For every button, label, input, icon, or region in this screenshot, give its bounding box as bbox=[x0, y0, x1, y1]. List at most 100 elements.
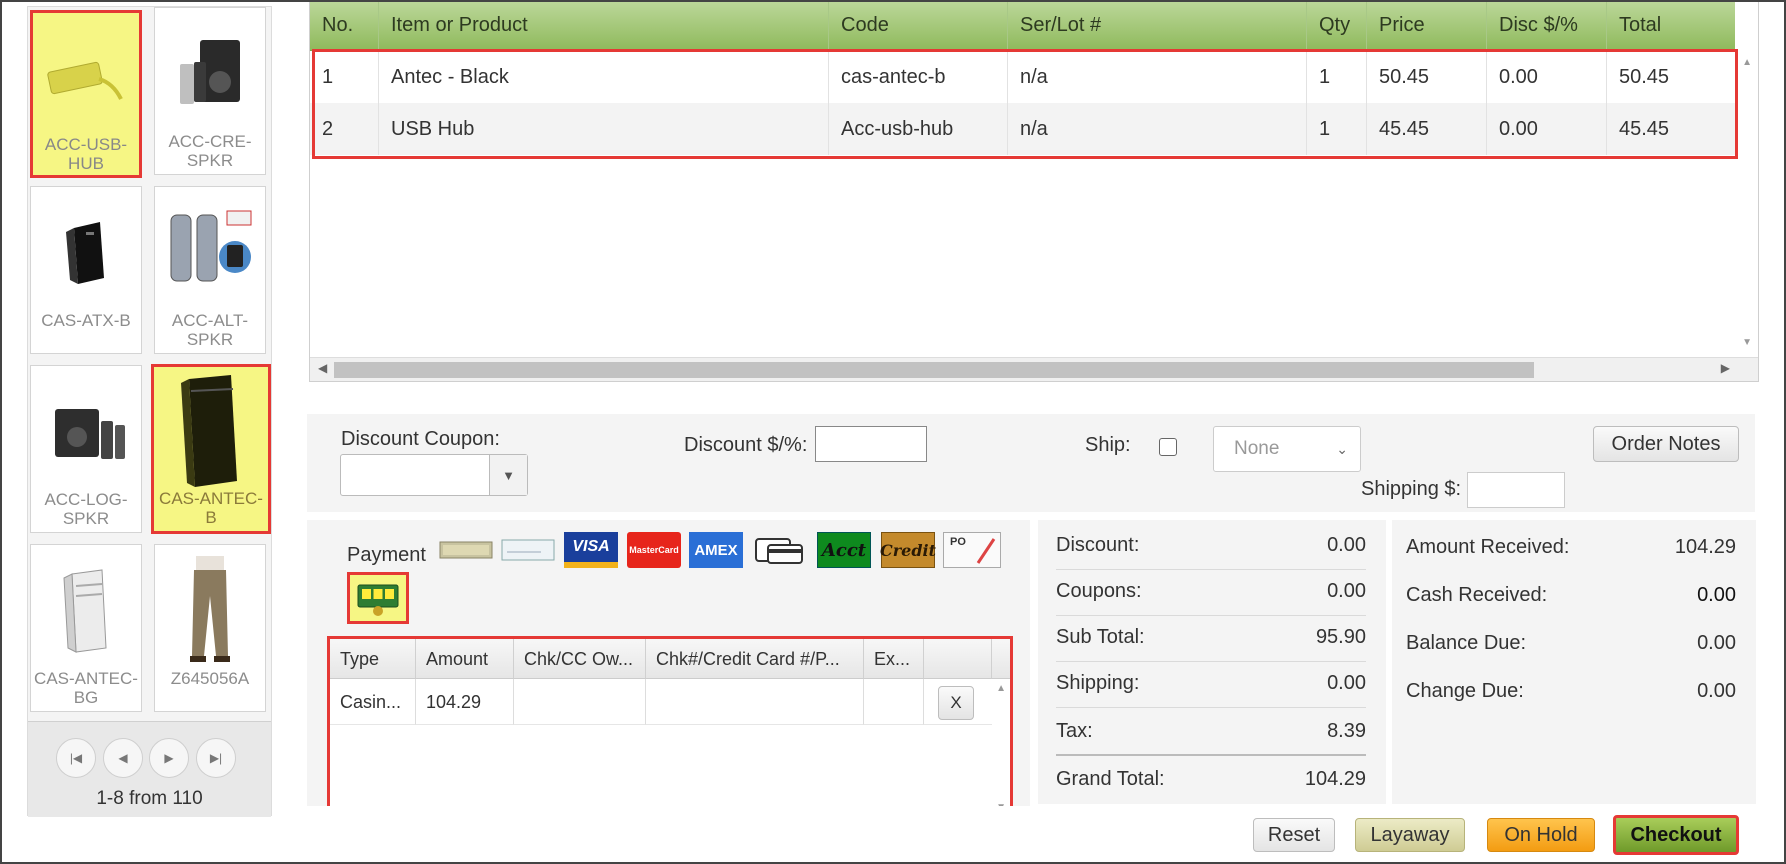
column-header-qty[interactable]: Qty bbox=[1307, 1, 1367, 51]
totals-subtotal-label: Sub Total: bbox=[1056, 626, 1145, 648]
discount-input[interactable] bbox=[815, 426, 927, 462]
payment-cell-owner[interactable] bbox=[514, 679, 646, 725]
order-notes-button[interactable]: Order Notes bbox=[1593, 426, 1739, 462]
column-header-code[interactable]: Code bbox=[829, 1, 1008, 51]
totals-coupons-value: 0.00 bbox=[1327, 580, 1366, 602]
totals-grand-row: Grand Total: 104.29 bbox=[1056, 758, 1366, 804]
payment-header-spacer bbox=[992, 639, 1010, 679]
scroll-up-icon[interactable]: ▲ bbox=[1742, 57, 1752, 68]
mastercard-icon[interactable]: MasterCard bbox=[627, 532, 681, 568]
cell-item: Antec - Black bbox=[379, 51, 829, 103]
checkout-button[interactable]: Checkout bbox=[1613, 815, 1739, 855]
product-label: Z645056A bbox=[170, 669, 250, 688]
product-tile-acc-usb-hub[interactable]: ACC-USB-HUB bbox=[30, 10, 142, 178]
product-panel: ACC-USB-HUB ACC-CRE-SPKR CAS-ATX-B ACC-A… bbox=[27, 6, 272, 817]
last-page-button[interactable]: ▶| bbox=[196, 738, 236, 778]
first-page-button[interactable]: |◀ bbox=[56, 738, 96, 778]
payment-cell-exp[interactable] bbox=[864, 679, 924, 725]
speakers-icon bbox=[31, 380, 141, 484]
payment-header-exp[interactable]: Ex... bbox=[864, 639, 924, 679]
totals-tax-value: 8.39 bbox=[1327, 720, 1366, 742]
coupon-label: Discount Coupon: bbox=[341, 428, 500, 450]
product-tile-z645056a[interactable]: Z645056A bbox=[154, 544, 266, 712]
change-due-value: 0.00 bbox=[1697, 680, 1736, 702]
change-due-label: Change Due: bbox=[1406, 680, 1524, 702]
credit-icon[interactable]: Credit bbox=[880, 532, 936, 568]
product-tile-acc-cre-spkr[interactable]: ACC-CRE-SPKR bbox=[154, 7, 266, 175]
horizontal-scrollbar[interactable]: ◀ ▶ bbox=[310, 357, 1758, 381]
payment-header-owner[interactable]: Chk/CC Ow... bbox=[514, 639, 646, 679]
totals-subtotal-row: Sub Total: 95.90 bbox=[1056, 616, 1366, 662]
po-icon[interactable]: PO bbox=[943, 532, 1001, 568]
ship-method-select[interactable]: None ⌄ bbox=[1213, 426, 1361, 472]
pc-case-icon bbox=[31, 559, 141, 663]
cash-received-row: Cash Received: 0.00 bbox=[1406, 574, 1736, 622]
payment-header-amount[interactable]: Amount bbox=[416, 639, 514, 679]
first-page-icon: |◀ bbox=[69, 751, 83, 765]
totals-discount-label: Discount: bbox=[1056, 534, 1140, 556]
amex-icon[interactable]: AMEX bbox=[689, 532, 743, 568]
on-hold-button[interactable]: On Hold bbox=[1487, 818, 1595, 852]
payment-cell-number[interactable] bbox=[646, 679, 864, 725]
column-header-serlot[interactable]: Ser/Lot # bbox=[1008, 1, 1307, 51]
column-header-price[interactable]: Price bbox=[1367, 1, 1487, 51]
totals-shipping-row: Shipping: 0.00 bbox=[1056, 662, 1366, 708]
product-label: CAS-ANTEC-BG bbox=[34, 669, 138, 707]
cell-total: 50.45 bbox=[1619, 66, 1670, 88]
column-header-total[interactable]: Total bbox=[1607, 1, 1735, 51]
table-row[interactable]: 2 USB Hub Acc-usb-hub n/a 1 45.45 0.00 4… bbox=[310, 103, 1735, 155]
totals-panel: Discount: 0.00 Coupons: 0.00 Sub Total: … bbox=[1038, 520, 1386, 804]
cell-disc: 0.00 bbox=[1487, 51, 1607, 103]
dropdown-arrow-icon[interactable]: ▼ bbox=[489, 455, 527, 495]
product-tile-cas-atx-b[interactable]: CAS-ATX-B bbox=[30, 186, 142, 354]
ship-checkbox[interactable] bbox=[1159, 438, 1177, 456]
card-icon[interactable] bbox=[753, 532, 807, 568]
product-tile-cas-antec-bg[interactable]: CAS-ANTEC-BG bbox=[30, 544, 142, 712]
scrollbar-thumb[interactable] bbox=[334, 362, 1534, 378]
column-header-disc[interactable]: Disc $/% bbox=[1487, 1, 1607, 51]
balance-due-row: Balance Due: 0.00 bbox=[1406, 622, 1736, 670]
payment-table: Type Amount Chk/CC Ow... Chk#/Credit Car… bbox=[327, 636, 1013, 820]
last-page-icon: ▶| bbox=[209, 751, 223, 765]
payment-header-type[interactable]: Type bbox=[330, 639, 416, 679]
totals-tax-label: Tax: bbox=[1056, 720, 1093, 742]
pager-info: 1-8 from 110 bbox=[96, 788, 203, 809]
cash-icon[interactable] bbox=[438, 532, 494, 568]
payment-header-number[interactable]: Chk#/Credit Card #/P... bbox=[646, 639, 864, 679]
usb-hub-icon bbox=[33, 27, 139, 131]
account-icon[interactable]: Acct bbox=[817, 532, 871, 568]
next-page-button[interactable]: ▶ bbox=[149, 738, 189, 778]
prev-page-button[interactable]: ◀ bbox=[103, 738, 143, 778]
scroll-down-icon[interactable]: ▼ bbox=[1742, 337, 1752, 348]
shipping-amount-input[interactable] bbox=[1467, 472, 1565, 508]
coupon-combobox[interactable]: ▼ bbox=[340, 454, 528, 496]
po-label: PO bbox=[950, 536, 966, 548]
payment-panel: Payment VISA MasterCard AMEX Acct Credit… bbox=[307, 520, 1030, 820]
cell-no: 2 bbox=[310, 103, 379, 155]
cell-price: 45.45 bbox=[1367, 103, 1487, 155]
check-icon[interactable] bbox=[500, 532, 556, 568]
cell-qty: 1 bbox=[1307, 51, 1367, 103]
cell-qty: 1 bbox=[1307, 103, 1367, 155]
table-row[interactable]: 1 Antec - Black cas-antec-b n/a 1 50.45 … bbox=[310, 51, 1735, 103]
scroll-left-icon[interactable]: ◀ bbox=[318, 361, 327, 375]
layaway-button[interactable]: Layaway bbox=[1355, 818, 1465, 852]
payment-header-remove bbox=[924, 639, 992, 679]
scroll-right-icon[interactable]: ▶ bbox=[1721, 361, 1730, 375]
product-tile-acc-log-spkr[interactable]: ACC-LOG-SPKR bbox=[30, 365, 142, 533]
product-pager: |◀ ◀ ▶ ▶| 1-8 from 110 bbox=[28, 721, 271, 817]
column-header-item[interactable]: Item or Product bbox=[379, 1, 829, 51]
order-options: Discount Coupon: ▼ Discount $/%: Ship: N… bbox=[307, 414, 1755, 512]
payment-cell-amount[interactable]: 104.29 bbox=[416, 679, 514, 725]
visa-icon[interactable]: VISA bbox=[564, 532, 618, 568]
casino-icon[interactable] bbox=[347, 572, 409, 624]
column-header-no[interactable]: No. bbox=[310, 1, 379, 51]
product-tile-acc-alt-spkr[interactable]: ACC-ALT-SPKR bbox=[154, 186, 266, 354]
product-label: CAS-ANTEC-B bbox=[159, 489, 263, 527]
reset-button[interactable]: Reset bbox=[1253, 818, 1335, 852]
remove-payment-button[interactable]: X bbox=[938, 686, 974, 720]
cash-received-value[interactable]: 0.00 bbox=[1697, 584, 1736, 607]
product-label: ACC-ALT-SPKR bbox=[171, 311, 249, 349]
scroll-up-icon[interactable]: ▲ bbox=[996, 683, 1006, 694]
product-tile-cas-antec-b[interactable]: CAS-ANTEC-B bbox=[151, 364, 271, 534]
